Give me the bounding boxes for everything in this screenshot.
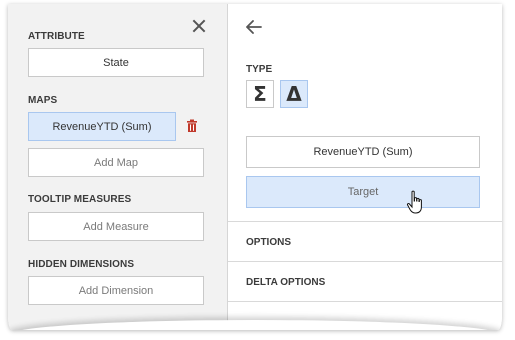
tooltip-measures-label: TOOLTIP MEASURES [28,194,132,205]
attribute-section-label: ATTRIBUTE [28,31,85,42]
delta-type-button[interactable]: Δ [280,80,308,108]
binding-panel: ATTRIBUTE State MAPS RevenueYTD (Sum) Ad… [8,4,502,330]
options-section[interactable]: OPTIONS [246,237,291,248]
sum-type-button[interactable]: Σ [246,80,274,108]
delta-icon: Δ [286,82,302,106]
map-item-revenueytd[interactable]: RevenueYTD (Sum) [28,112,176,141]
left-panel: ATTRIBUTE State MAPS RevenueYTD (Sum) Ad… [8,4,227,330]
maps-section-label: MAPS [28,95,58,106]
delta-options-divider [228,301,502,302]
close-icon[interactable] [191,18,207,34]
add-measure-button[interactable]: Add Measure [28,212,204,241]
attribute-field[interactable]: State [28,48,204,77]
options-divider-bottom [228,261,502,262]
right-panel: TYPE Σ Δ RevenueYTD (Sum) Target OPTIONS… [228,4,502,330]
back-arrow-icon[interactable] [246,20,262,34]
options-divider-top [228,221,502,222]
type-label: TYPE [246,64,273,75]
sigma-icon: Σ [253,82,267,106]
actual-value-field[interactable]: RevenueYTD (Sum) [246,136,480,168]
hand-cursor-icon [406,190,422,214]
target-value-field[interactable]: Target [246,176,480,208]
add-map-button[interactable]: Add Map [28,148,204,177]
hidden-dimensions-label: HIDDEN DIMENSIONS [28,259,135,270]
delta-options-section[interactable]: DELTA OPTIONS [246,277,325,288]
trash-icon[interactable] [185,119,199,133]
add-dimension-button[interactable]: Add Dimension [28,276,204,305]
